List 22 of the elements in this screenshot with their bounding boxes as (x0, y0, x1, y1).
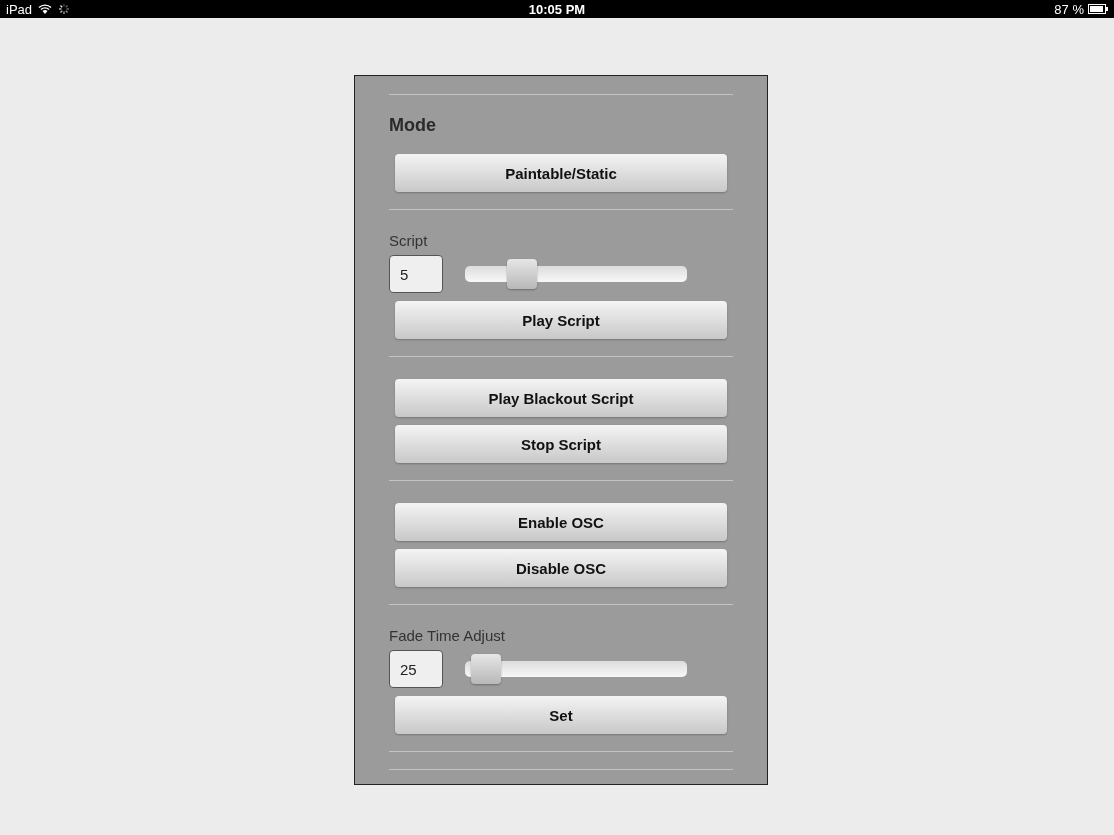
battery-icon (1088, 4, 1108, 14)
field-label: Fade Time Adjust (389, 627, 506, 644)
action-button[interactable]: Play Script (395, 301, 727, 339)
clock: 10:05 PM (528, 1, 586, 17)
slider-track[interactable] (465, 654, 687, 684)
action-button[interactable]: Enable OSC (395, 503, 727, 541)
action-button[interactable]: Set (395, 696, 727, 734)
action-button[interactable]: Play Blackout Script (395, 379, 727, 417)
battery-percent: 87 % (1054, 1, 1084, 17)
spinner-icon (58, 3, 71, 15)
wifi-icon (38, 3, 53, 15)
slider-track[interactable] (465, 259, 687, 289)
value-field[interactable]: 25 (389, 650, 443, 688)
slider-thumb[interactable] (507, 259, 538, 289)
device-name: iPad (6, 1, 33, 17)
slider-thumb[interactable] (470, 654, 501, 684)
section-heading: Mode (389, 115, 437, 136)
action-button[interactable]: Stop Script (395, 425, 727, 463)
field-label: Script (389, 232, 429, 249)
action-button[interactable]: Disable OSC (395, 549, 727, 587)
action-button[interactable]: Paintable/Static (395, 154, 727, 192)
value-field[interactable]: 5 (389, 255, 443, 293)
